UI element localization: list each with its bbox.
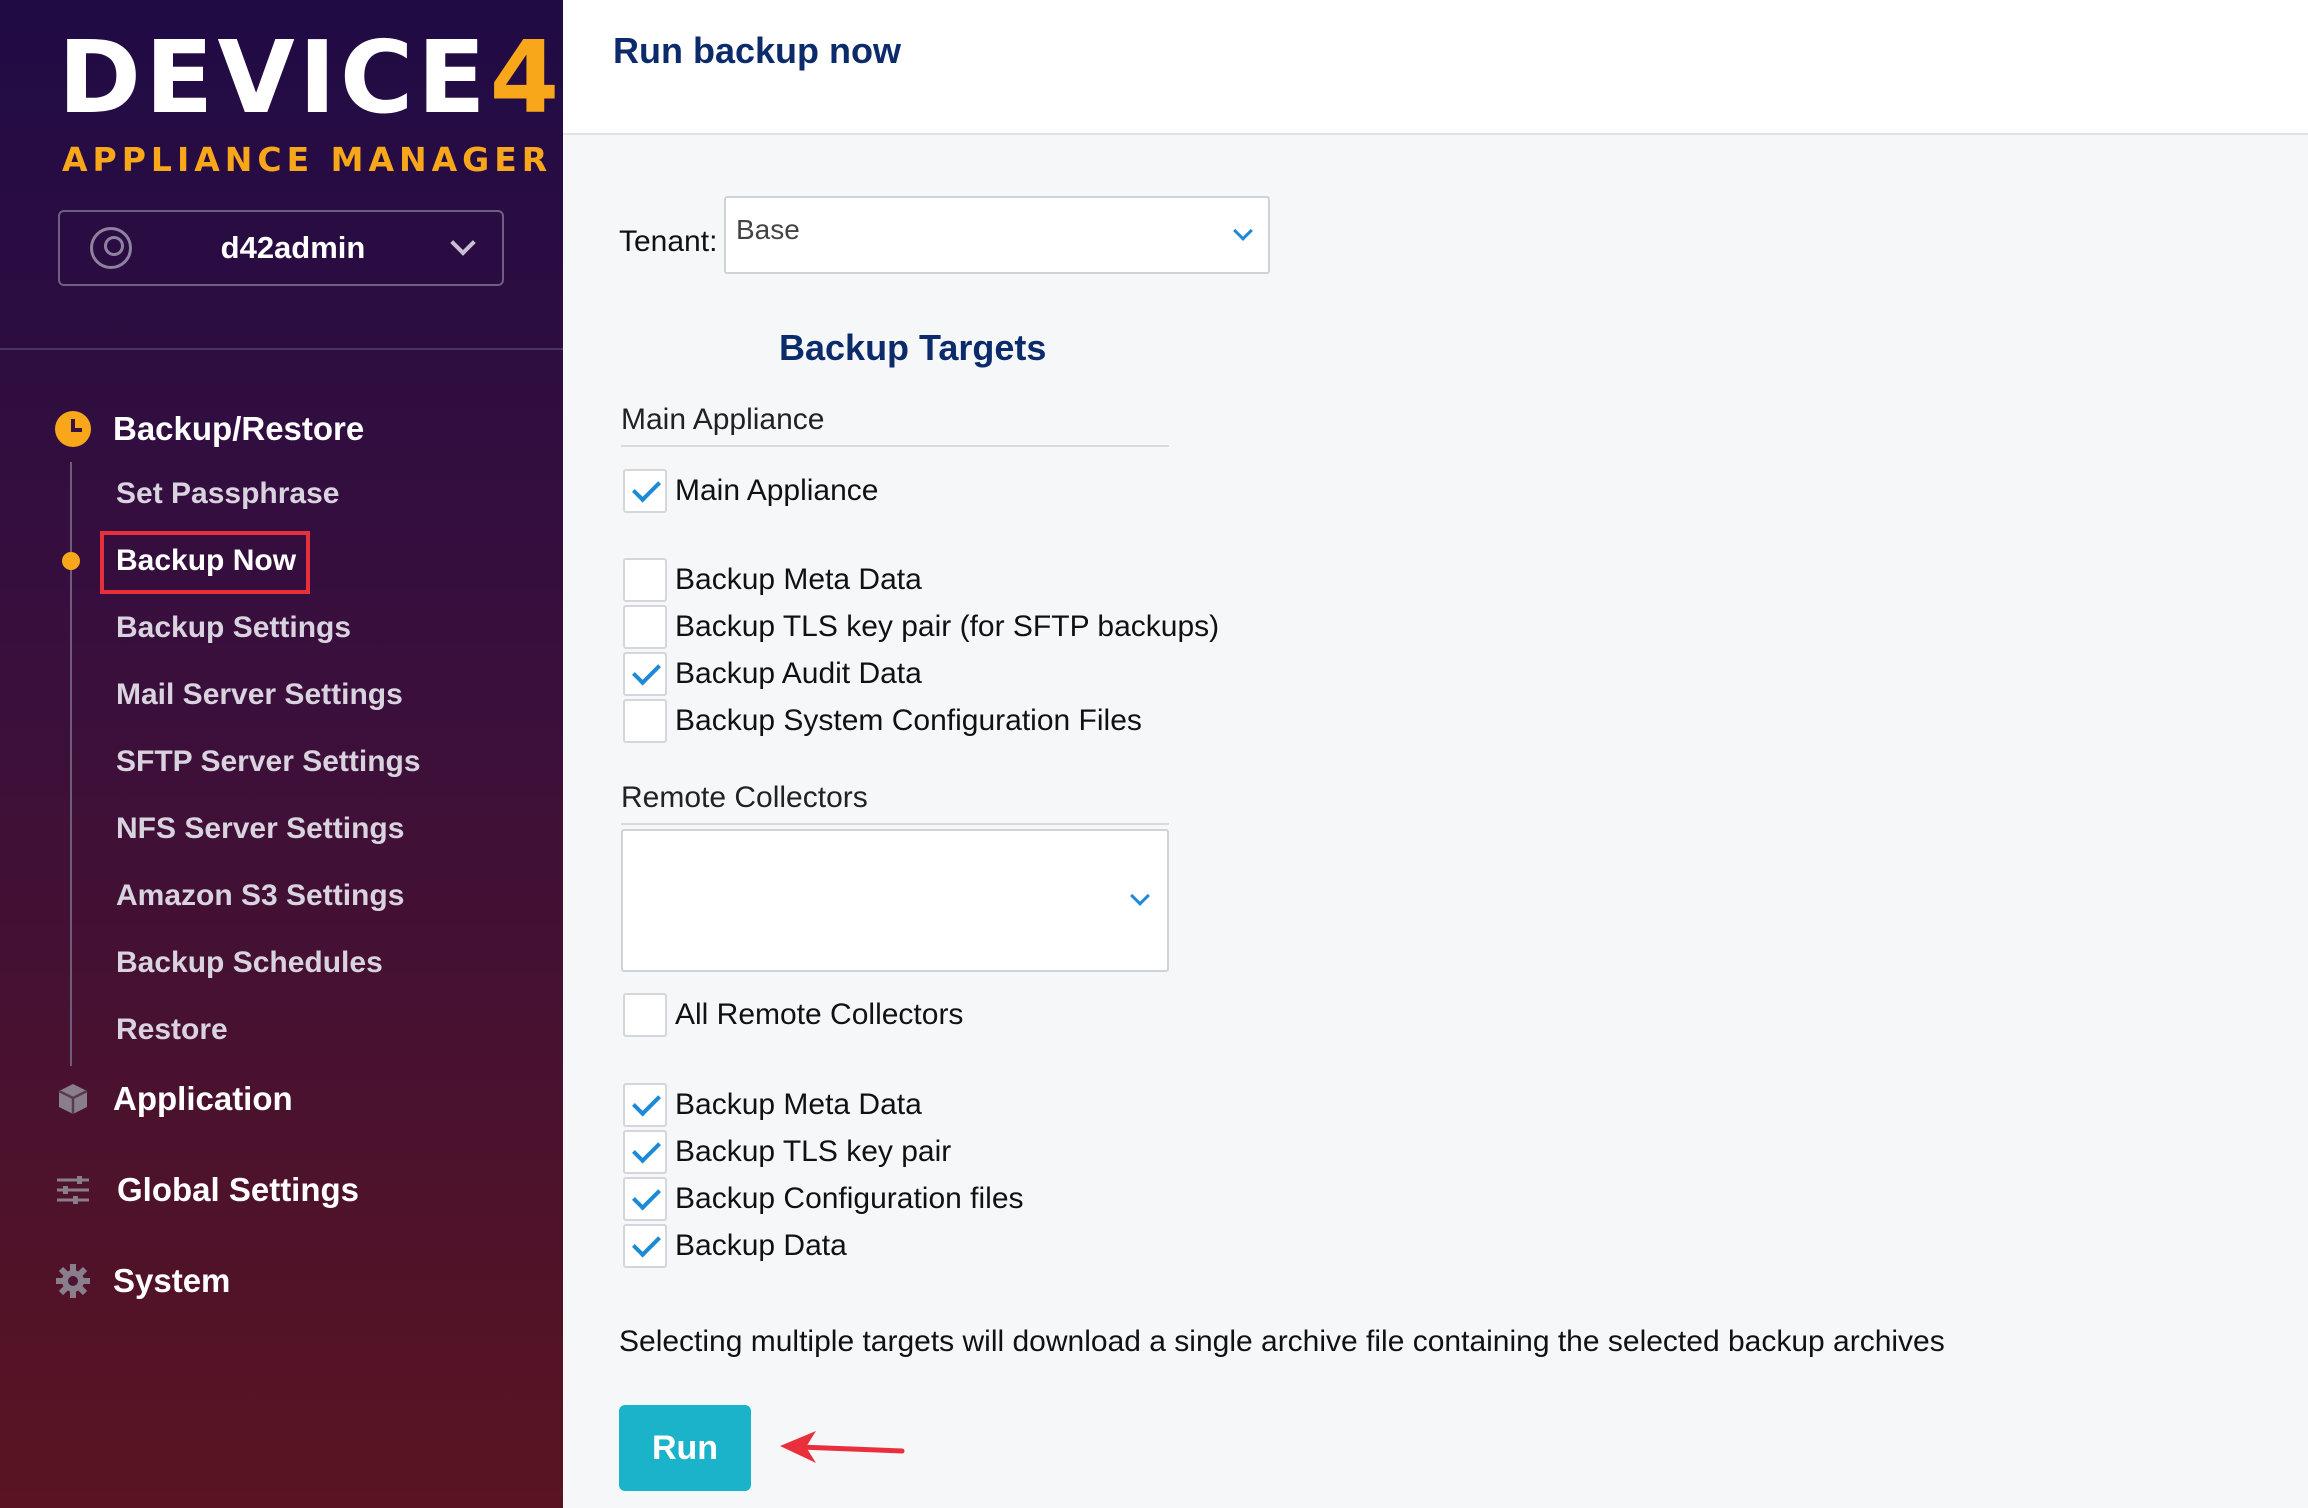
nav-section-application[interactable]: Application <box>55 1080 293 1118</box>
sliders-icon <box>55 1172 91 1208</box>
backup-system-configuration-files-checkbox[interactable] <box>623 699 667 743</box>
remote-backup-tls-key-pair-checkbox-row[interactable]: Backup TLS key pair <box>623 1130 951 1174</box>
backup-meta-data-checkbox[interactable] <box>623 558 667 602</box>
remote-collectors-group-label: Remote Collectors <box>621 781 868 814</box>
nav-section-label: Application <box>113 1080 293 1117</box>
checkbox-label: Main Appliance <box>675 474 879 507</box>
main-appliance-checkbox-row[interactable]: Main Appliance <box>623 469 878 513</box>
nav-section-label: Global Settings <box>117 1171 360 1208</box>
checkbox-label: Backup Data <box>675 1229 847 1262</box>
sidebar-item-set-passphrase[interactable]: Set Passphrase <box>116 477 339 511</box>
cube-icon <box>55 1081 91 1117</box>
run-button[interactable]: Run <box>619 1405 751 1491</box>
checkbox-label: Backup TLS key pair (for SFTP backups) <box>675 610 1220 643</box>
checkbox-label: Backup Meta Data <box>675 1088 922 1121</box>
sidebar-item-backup-schedules[interactable]: Backup Schedules <box>116 946 383 980</box>
chevron-down-icon <box>450 230 476 256</box>
nav-section-label: System <box>113 1262 231 1299</box>
logo-text: DEVICE <box>58 19 490 136</box>
arrow-left-icon <box>780 1431 905 1463</box>
backup-form: Tenant: Base Backup Targets Main Applian… <box>563 137 2308 1508</box>
backup-meta-data-checkbox-row[interactable]: Backup Meta Data <box>623 558 922 602</box>
user-avatar-icon <box>90 227 132 269</box>
main-appliance-group-label: Main Appliance <box>621 403 825 436</box>
sidebar-item-backup-now[interactable]: Backup Now <box>116 544 296 578</box>
all-remote-collectors-checkbox[interactable] <box>623 993 667 1037</box>
backup-tls-key-pair-checkbox-row[interactable]: Backup TLS key pair (for SFTP backups) <box>623 605 1219 649</box>
sidebar-divider <box>0 348 563 350</box>
backup-targets-heading: Backup Targets <box>779 327 1047 368</box>
active-indicator-dot <box>62 552 80 570</box>
backup-system-configuration-files-checkbox-row[interactable]: Backup System Configuration Files <box>623 699 1142 743</box>
clock-icon <box>55 411 91 447</box>
checkbox-label: Backup Meta Data <box>675 563 922 596</box>
tenant-label: Tenant: <box>619 225 718 258</box>
group-divider <box>621 823 1169 825</box>
remote-backup-configuration-files-checkbox-row[interactable]: Backup Configuration files <box>623 1177 1024 1221</box>
sidebar-item-nfs-server-settings[interactable]: NFS Server Settings <box>116 812 404 846</box>
sidebar-item-backup-settings[interactable]: Backup Settings <box>116 611 351 645</box>
remote-backup-tls-key-pair-checkbox[interactable] <box>623 1130 667 1174</box>
logo-subtitle: APPLIANCE MANAGER <box>62 140 553 179</box>
checkbox-label: All Remote Collectors <box>675 998 964 1031</box>
checkbox-label: Backup TLS key pair <box>675 1135 952 1168</box>
page-header: Run backup now <box>563 0 2308 135</box>
tenant-select-value: Base <box>736 214 800 245</box>
sidebar: DEVICE42 APPLIANCE MANAGER d42admin Back… <box>0 0 633 1508</box>
nav-section-system[interactable]: System <box>55 1262 230 1300</box>
sidebar-item-mail-server-settings[interactable]: Mail Server Settings <box>116 678 403 712</box>
group-divider <box>621 445 1169 447</box>
remote-backup-data-checkbox[interactable] <box>623 1224 667 1268</box>
remote-backup-configuration-files-checkbox[interactable] <box>623 1177 667 1221</box>
chevron-down-icon <box>1233 221 1253 241</box>
remote-collectors-select[interactable] <box>621 829 1169 972</box>
tenant-select[interactable]: Base <box>724 196 1270 274</box>
all-remote-collectors-checkbox-row[interactable]: All Remote Collectors <box>623 993 963 1037</box>
remote-backup-data-checkbox-row[interactable]: Backup Data <box>623 1224 847 1268</box>
checkbox-label: Backup Audit Data <box>675 657 922 690</box>
backup-tls-key-pair-checkbox[interactable] <box>623 605 667 649</box>
checkbox-label: Backup System Configuration Files <box>675 704 1142 737</box>
user-menu[interactable]: d42admin <box>58 210 504 286</box>
backup-audit-data-checkbox[interactable] <box>623 652 667 696</box>
sidebar-item-sftp-server-settings[interactable]: SFTP Server Settings <box>116 745 421 779</box>
chevron-down-icon <box>1130 886 1150 906</box>
remote-backup-meta-data-checkbox[interactable] <box>623 1083 667 1127</box>
nav-section-label: Backup/Restore <box>113 410 365 447</box>
sidebar-item-restore[interactable]: Restore <box>116 1013 228 1047</box>
page-title: Run backup now <box>613 30 901 71</box>
checkbox-label: Backup Configuration files <box>675 1182 1024 1215</box>
device42-logo[interactable]: DEVICE42 <box>58 28 637 128</box>
sidebar-item-amazon-s3-settings[interactable]: Amazon S3 Settings <box>116 879 404 913</box>
nav-section-backup-restore[interactable]: Backup/Restore <box>55 410 364 448</box>
remote-backup-meta-data-checkbox-row[interactable]: Backup Meta Data <box>623 1083 922 1127</box>
gear-icon <box>55 1263 91 1299</box>
multiple-targets-note: Selecting multiple targets will download… <box>619 1325 1945 1358</box>
user-name: d42admin <box>220 230 366 265</box>
nav-section-global-settings[interactable]: Global Settings <box>55 1171 359 1209</box>
main-appliance-checkbox[interactable] <box>623 469 667 513</box>
backup-audit-data-checkbox-row[interactable]: Backup Audit Data <box>623 652 922 696</box>
